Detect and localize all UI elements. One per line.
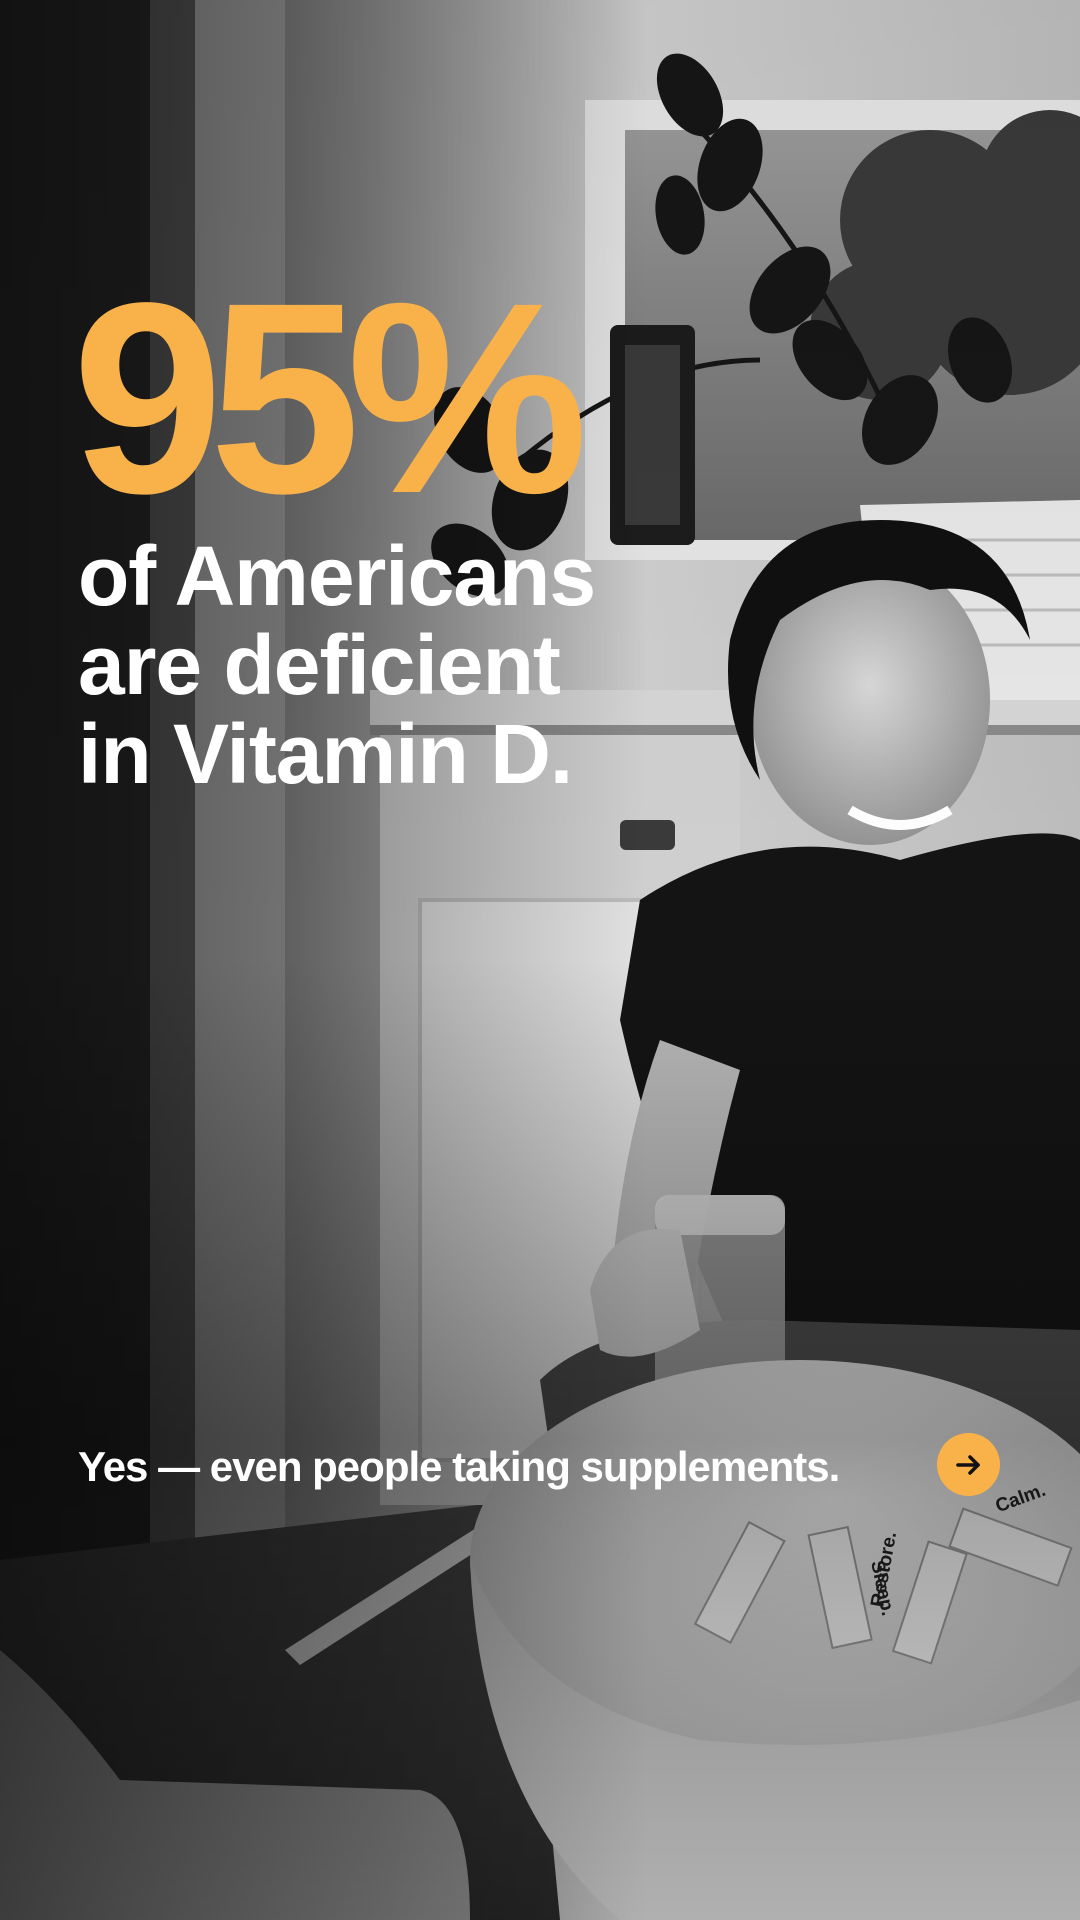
subline: Yes — even people taking supplements.	[78, 1443, 840, 1490]
story-slide: Sleep. Restore. Calm. 95% of Americans a…	[0, 0, 1080, 1920]
arrow-right-icon	[955, 1454, 980, 1475]
next-button[interactable]	[937, 1433, 1000, 1496]
headline-line-1: of Americans	[78, 529, 596, 623]
headline-line-3: in Vitamin D.	[78, 707, 573, 801]
headline-line-2: are deficient	[78, 618, 561, 712]
stat-figure: 95%	[72, 246, 588, 550]
headline: of Americans are deficient in Vitamin D.	[78, 532, 718, 799]
